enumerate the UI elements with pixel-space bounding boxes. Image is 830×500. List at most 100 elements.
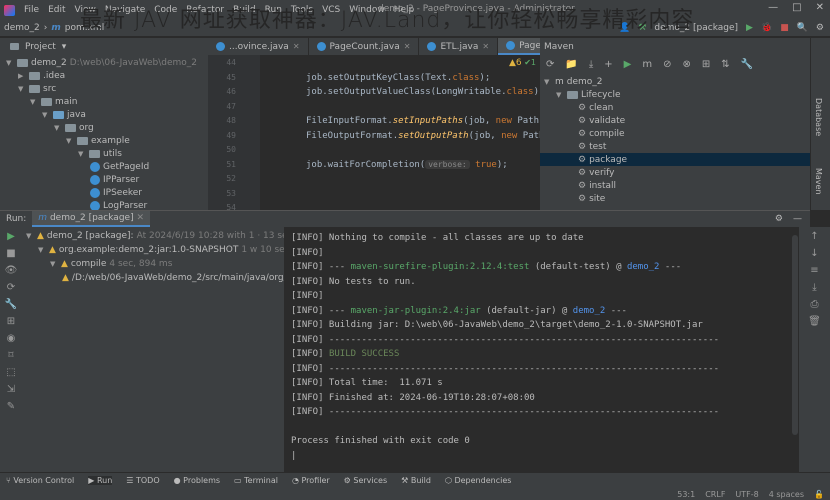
inspection-widget[interactable]: ▲6 ✔1	[509, 58, 536, 68]
rerun-icon[interactable]: ▶	[7, 231, 15, 242]
refresh-icon[interactable]: ⟳	[546, 59, 554, 70]
close-icon[interactable]: ✕	[136, 213, 144, 223]
run-tree-item[interactable]: ▲/D:/web/06-JavaWeb/demo_2/src/main/java…	[62, 271, 284, 284]
execute-goal-icon[interactable]: m	[642, 59, 652, 70]
maven-tree-item[interactable]: ⚙ verify	[578, 166, 614, 179]
tree-item[interactable]: ▶ .idea	[18, 69, 65, 82]
menu-file[interactable]: File	[24, 5, 39, 15]
maximize-button[interactable]: □	[792, 2, 801, 13]
code-editor[interactable]: ▲6 ✔1 job.setOutputKeyClass(Text.class);…	[260, 55, 540, 210]
tree-item[interactable]: ▼ demo_2 D:\web\06-JavaWeb\demo_2	[6, 56, 197, 69]
chevron-down-icon[interactable]: ▼	[54, 124, 62, 132]
pin-tab-icon[interactable]: ✎	[7, 401, 15, 412]
chevron-down-icon[interactable]: ▾	[62, 42, 67, 52]
bottom-tab-version-control[interactable]: ⑂ Version Control	[6, 476, 74, 485]
filter-icon[interactable]: ⊞	[7, 316, 15, 327]
download-icon[interactable]: ⤓	[589, 59, 593, 70]
bottom-tab-problems[interactable]: ● Problems	[174, 476, 220, 485]
show-dependencies-icon[interactable]: ⊞	[702, 59, 710, 70]
arrow-up-icon[interactable]: ↑	[810, 231, 818, 242]
chevron-right-icon[interactable]: ▶	[18, 72, 26, 80]
console-scrollbar[interactable]	[792, 235, 798, 435]
tree-item[interactable]: IPParser	[90, 173, 139, 186]
stop-icon[interactable]: ■	[6, 248, 15, 259]
editor-tab[interactable]: ETL.java ✕	[419, 38, 499, 55]
tree-item[interactable]: ▼ main	[30, 95, 78, 108]
arrow-down-icon[interactable]: ↓	[810, 248, 818, 259]
tree-item[interactable]: ▼ example	[66, 134, 130, 147]
chevron-down-icon[interactable]: ▼	[38, 246, 46, 254]
run-tree-item[interactable]: ▼ ▲ compile 4 sec, 894 ms	[50, 257, 172, 270]
maven-tree-item[interactable]: ⚙ validate	[578, 114, 625, 127]
indent-setting[interactable]: 4 spaces	[769, 490, 804, 499]
close-icon[interactable]: ✕	[482, 42, 489, 51]
pin-icon[interactable]: ⬚	[6, 367, 15, 378]
line-separator[interactable]: CRLF	[705, 490, 725, 499]
tree-item[interactable]: ▼ java	[42, 108, 86, 121]
chevron-down-icon[interactable]: ▼	[26, 232, 34, 240]
close-icon[interactable]: ✕	[404, 42, 411, 51]
bottom-tab-todo[interactable]: ☰ TODO	[126, 476, 159, 485]
editor-tab[interactable]: PageCount.java ✕	[309, 38, 420, 55]
add-icon[interactable]: +	[604, 59, 612, 70]
tree-item[interactable]: ▼ utils	[78, 147, 122, 160]
bottom-tab-services[interactable]: ⚙ Services	[344, 476, 387, 485]
file-encoding[interactable]: UTF-8	[735, 490, 758, 499]
chevron-down-icon[interactable]: ▼	[66, 137, 74, 145]
editor-tab[interactable]: ...ovince.java ✕	[208, 38, 309, 55]
cursor-position[interactable]: 53:1	[677, 490, 695, 499]
tree-item[interactable]: IPSeeker	[90, 186, 142, 199]
run-icon[interactable]: ▶	[746, 23, 753, 33]
chevron-down-icon[interactable]: ▼	[6, 59, 14, 67]
refresh-icon[interactable]: ⟳	[7, 282, 15, 293]
camera-icon[interactable]: ⌑	[8, 350, 13, 361]
print-icon[interactable]: ⎙	[811, 299, 819, 310]
debug-icon[interactable]: 🐞	[761, 23, 772, 33]
bottom-tab-profiler[interactable]: ◔ Profiler	[292, 476, 330, 485]
chevron-down-icon[interactable]: ▼	[18, 85, 26, 93]
scroll-end-icon[interactable]: ⤓	[812, 282, 816, 293]
tree-item[interactable]: ▼ org	[54, 121, 94, 134]
maven-tree-item[interactable]: ⚙ compile	[578, 127, 625, 140]
run-maven-icon[interactable]: ▶	[624, 59, 632, 70]
bottom-tab-run[interactable]: ▶ Run	[88, 476, 113, 485]
skip-tests-icon[interactable]: ⊗	[683, 59, 691, 70]
tree-item[interactable]: GetPageId	[90, 160, 149, 173]
chevron-down-icon[interactable]: ▼	[556, 91, 564, 99]
menu-edit[interactable]: Edit	[48, 5, 65, 15]
trash-icon[interactable]: 🗑	[808, 316, 821, 327]
tree-item[interactable]: ▼ src	[18, 82, 56, 95]
run-tree-item[interactable]: ▼ ▲ demo_2 [package]: At 2024/6/19 10:28 wi…	[26, 229, 284, 242]
project-panel-title[interactable]: Project	[25, 42, 56, 52]
eye-icon[interactable]: ◉	[7, 333, 16, 344]
maven-tree-item[interactable]: ▼ Lifecycle	[556, 88, 620, 101]
maven-tree-item[interactable]: ⚙ install	[578, 179, 616, 192]
run-config-tab[interactable]: m demo_2 [package] ✕	[32, 211, 151, 227]
generate-sources-icon[interactable]: 📁	[565, 59, 577, 70]
export-icon[interactable]: ⇲	[7, 384, 15, 395]
wrench-icon[interactable]: 🔧	[5, 299, 17, 310]
bottom-tab-build[interactable]: ⚒ Build	[401, 476, 431, 485]
maven-tree-item[interactable]: ⚙ package	[540, 153, 810, 166]
chevron-down-icon[interactable]: ▼	[544, 78, 552, 86]
run-tree-item[interactable]: ▼ ▲ org.example:demo_2:jar:1.0-SNAPSHOT 1 w…	[38, 243, 284, 256]
maven-tree-item[interactable]: ▼ m demo_2	[544, 75, 603, 88]
chevron-down-icon[interactable]: ▼	[42, 111, 50, 119]
soft-wrap-icon[interactable]: ≡	[810, 265, 818, 276]
search-icon[interactable]: 🔍	[797, 23, 808, 33]
close-icon[interactable]: ✕	[293, 42, 300, 51]
lock-icon[interactable]: 🔓	[814, 490, 824, 499]
chevron-down-icon[interactable]: ▼	[78, 150, 86, 158]
tree-item[interactable]: LogParser	[90, 199, 147, 210]
minimize-panel-icon[interactable]: —	[793, 214, 802, 224]
toggle-offline-icon[interactable]: ⊘	[663, 59, 671, 70]
right-tool-database[interactable]: Database	[814, 98, 823, 136]
console-output[interactable]: [INFO] Nothing to compile - all classes …	[284, 227, 799, 472]
stop-icon[interactable]: ■	[780, 23, 789, 33]
close-button[interactable]: ✕	[816, 2, 824, 13]
right-tool-maven[interactable]: Maven	[814, 168, 823, 195]
toggle-view-icon[interactable]: 👁	[5, 265, 18, 276]
wrench-icon[interactable]: 🔧	[741, 59, 753, 70]
gear-icon[interactable]: ⚙	[775, 214, 783, 224]
maven-tree-item[interactable]: ⚙ clean	[578, 101, 613, 114]
